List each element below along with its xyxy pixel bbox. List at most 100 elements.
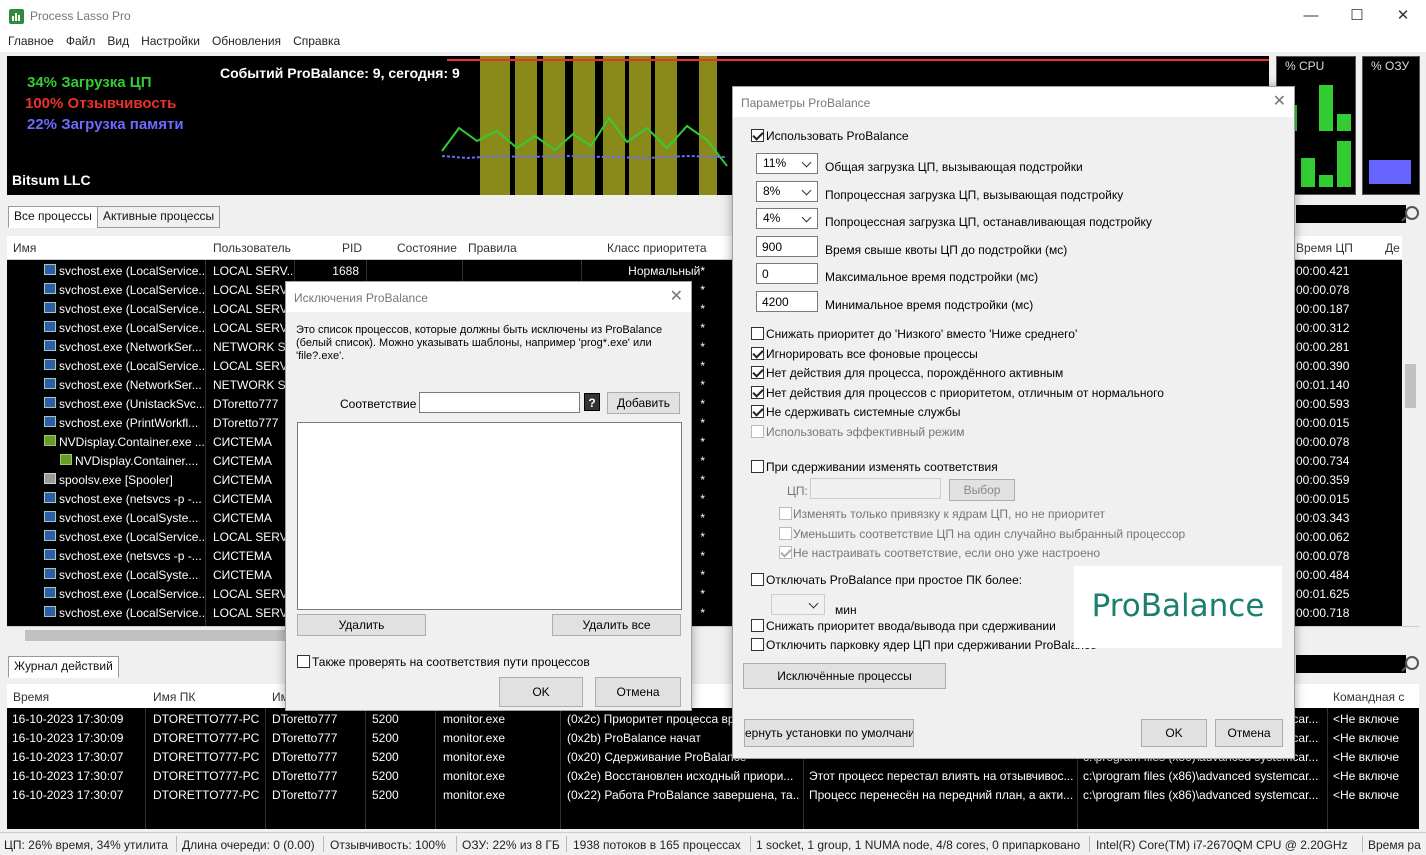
excluded-processes-button[interactable]: Исключённые процессы (743, 663, 946, 689)
use-probalance-checkbox[interactable] (751, 129, 764, 142)
affinity-input[interactable] (810, 478, 941, 499)
option-checkbox[interactable] (751, 327, 764, 340)
option-checkbox[interactable] (751, 385, 764, 399)
col-cpu-time[interactable]: Время ЦП (1296, 241, 1353, 255)
process-name: svchost.exe (LocalSyste... (59, 511, 199, 525)
log-user: DToretto777 (272, 769, 338, 783)
minimize-button[interactable]: — (1288, 0, 1334, 32)
threshold-combo[interactable]: 4% (756, 208, 818, 229)
log-search-icon[interactable] (1405, 656, 1419, 670)
log-col-pc[interactable]: Имя ПК (153, 690, 195, 704)
option-label: Снижать приоритет до 'Низкого' вместо 'Н… (766, 327, 1078, 341)
maximize-button[interactable]: ☐ (1334, 0, 1380, 32)
process-pid: 1688 (332, 264, 359, 278)
process-cpu-time: 00:01.625 (1296, 587, 1350, 601)
search-icon[interactable] (1405, 206, 1419, 220)
log-proc: monitor.exe (443, 731, 506, 745)
option-checkbox[interactable] (751, 346, 764, 360)
log-col-cmd[interactable]: Командная с (1333, 690, 1404, 704)
log-pc: DTORETTO777-PC (153, 712, 260, 726)
log-time: 16-10-2023 17:30:09 (12, 712, 124, 726)
menu-settings[interactable]: Настройки (137, 32, 204, 48)
col-extra[interactable]: Де (1385, 241, 1400, 255)
log-row[interactable]: 16-10-2023 17:30:07 DTORETTO777-PC DTorett… (7, 766, 1419, 785)
log-time: 16-10-2023 17:30:07 (12, 769, 124, 783)
menu-file[interactable]: Файл (62, 32, 100, 48)
core-parking-label: Отключить парковку ядер ЦП при сдерживан… (766, 638, 1097, 652)
menu-help[interactable]: Справка (289, 32, 344, 48)
exclusions-dialog: Исключения ProBalance ✕ Это список проце… (285, 281, 692, 711)
ram-meter-fill (1369, 160, 1411, 184)
close-button[interactable]: ✕ (1380, 0, 1426, 32)
process-user: СИСТЕМА (213, 549, 272, 563)
check-paths-checkbox[interactable] (297, 655, 310, 668)
params-dialog-title: Параметры ProBalance (733, 87, 1294, 117)
process-cpu-time: 00:00.718 (1296, 606, 1350, 620)
log-row[interactable]: 16-10-2023 17:30:07 DTORETTO777-PC DTorett… (7, 785, 1419, 804)
col-state[interactable]: Состояние (397, 241, 457, 255)
status-responsiveness: Отзывчивость: 100% (330, 838, 446, 852)
process-cpu-time: 00:00.078 (1296, 435, 1350, 449)
io-priority-checkbox[interactable] (751, 619, 764, 632)
process-user: NETWORK S... (213, 378, 293, 392)
time-input[interactable]: 4200 (756, 290, 818, 312)
log-pid: 5200 (372, 712, 399, 726)
process-name: svchost.exe (LocalService... (59, 264, 204, 278)
restore-defaults-button[interactable]: ернуть установки по умолчани (744, 719, 914, 747)
tab-active-processes[interactable]: Активные процессы (97, 206, 221, 228)
option-checkbox[interactable] (751, 405, 764, 418)
process-vertical-scrollbar[interactable] (1402, 236, 1419, 626)
affinity-option-checkbox[interactable] (779, 526, 792, 540)
affinity-option-checkbox[interactable] (779, 546, 792, 559)
idle-disable-checkbox[interactable] (751, 573, 764, 586)
process-cpu-time: 00:00.187 (1296, 302, 1350, 316)
col-priority[interactable]: Класс приоритета (607, 241, 707, 255)
select-button[interactable]: Выбор (949, 479, 1015, 501)
exclusions-ok-button[interactable]: OK (499, 677, 583, 707)
col-name[interactable]: Имя (13, 241, 36, 255)
params-close-icon[interactable]: ✕ (1273, 91, 1286, 111)
time-input[interactable]: 0 (756, 263, 818, 284)
log-time: 16-10-2023 17:30:09 (12, 731, 124, 745)
exclusions-list[interactable] (297, 422, 682, 610)
tab-all-processes[interactable]: Все процессы (8, 206, 98, 228)
status-cpu-model: Intel(R) Core(TM) i7-2670QM CPU @ 2.20GH… (1096, 838, 1348, 852)
process-name: svchost.exe (LocalService... (59, 606, 204, 620)
col-user[interactable]: Пользователь (213, 241, 291, 255)
core-parking-checkbox[interactable] (751, 638, 764, 651)
remove-button[interactable]: Удалить (297, 614, 426, 636)
menu-view[interactable]: Вид (103, 32, 133, 48)
affinity-change-checkbox[interactable] (751, 460, 764, 473)
log-col-time[interactable]: Время (13, 690, 49, 704)
add-button[interactable]: Добавить (607, 392, 680, 414)
exclusions-close-icon[interactable]: ✕ (670, 286, 683, 306)
help-button[interactable]: ? (584, 393, 600, 411)
probalance-logo: ProBalance (1074, 566, 1282, 648)
service-icon (44, 397, 56, 408)
service-icon (44, 530, 56, 541)
option-checkbox[interactable] (751, 366, 764, 379)
col-pid[interactable]: PID (342, 241, 362, 255)
log-cmd: <Не включе (1333, 788, 1400, 802)
params-ok-button[interactable]: OK (1141, 719, 1207, 747)
idle-minutes-combo[interactable] (771, 594, 825, 615)
menu-main[interactable]: Главное (4, 32, 58, 48)
option-checkbox[interactable] (751, 424, 764, 438)
process-user: СИСТЕМА (213, 492, 272, 506)
tab-action-log[interactable]: Журнал действий (8, 656, 119, 678)
log-search-bar[interactable] (1296, 655, 1406, 673)
threshold-combo[interactable]: 8% (756, 180, 818, 202)
remove-all-button[interactable]: Удалить все (552, 614, 681, 636)
exclusions-cancel-button[interactable]: Отмена (595, 677, 681, 707)
process-search-bar[interactable] (1296, 205, 1406, 223)
col-rules[interactable]: Правила (468, 241, 517, 255)
params-cancel-button[interactable]: Отмена (1215, 719, 1283, 747)
responsiveness-label: 100% Отзывчивость (25, 95, 177, 112)
menu-updates[interactable]: Обновления (208, 32, 285, 48)
service-icon (44, 340, 56, 351)
time-input[interactable]: 900 (756, 235, 818, 257)
threshold-combo[interactable]: 11% (756, 153, 818, 174)
affinity-option-checkbox[interactable] (779, 507, 792, 520)
process-name: svchost.exe (netsvcs -p -... (59, 492, 202, 506)
match-input[interactable] (419, 392, 580, 413)
